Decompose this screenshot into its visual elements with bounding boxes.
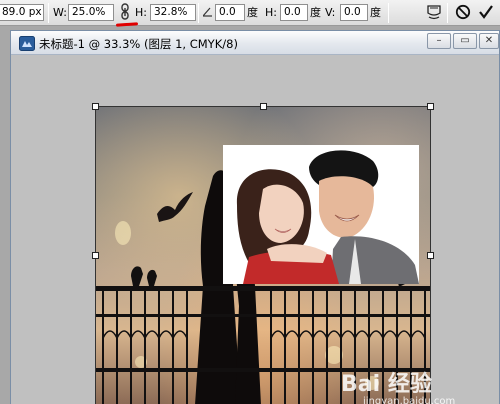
baidu-watermark: Bai 经验 jingyan.baidu.com <box>341 362 491 404</box>
document-title: 未标题-1 @ 33.3% (图层 1, CMYK/8) <box>39 37 238 51</box>
watermark-url: jingyan.baidu.com <box>363 396 456 404</box>
watermark-brand: Bai 经验 <box>341 372 432 397</box>
document-window: 未标题-1 @ 33.3% (图层 1, CMYK/8) – ▭ ✕ Bai 经… <box>10 30 500 404</box>
divider <box>48 3 49 23</box>
transform-handle-right[interactable] <box>427 252 434 259</box>
highlight-underline <box>115 22 139 27</box>
restore-button[interactable]: ▭ <box>453 33 477 49</box>
canvas-area[interactable]: Bai 经验 jingyan.baidu.com <box>11 56 499 404</box>
transform-handle-top-right[interactable] <box>427 103 434 110</box>
h-skew-unit: 度 <box>310 6 321 19</box>
width-field[interactable]: 25.0% <box>68 4 114 21</box>
divider <box>447 3 448 23</box>
angle-unit: 度 <box>247 6 258 19</box>
rotation-angle-field[interactable]: 0.0 <box>215 4 245 21</box>
v-skew-label: V: <box>325 6 336 19</box>
x-position-field[interactable]: 89.0 px <box>0 4 44 21</box>
warp-icon[interactable] <box>425 4 443 21</box>
transform-handle-top[interactable] <box>260 103 267 110</box>
divider <box>388 3 389 23</box>
transform-bounding-box[interactable] <box>92 103 434 404</box>
divider <box>198 3 199 23</box>
h-skew-label: H: <box>265 6 277 19</box>
photoshop-doc-icon <box>19 36 35 51</box>
transform-handle-top-left[interactable] <box>92 103 99 110</box>
commit-icon[interactable] <box>478 4 494 21</box>
height-field[interactable]: 32.8% <box>150 4 196 21</box>
document-title-bar[interactable]: 未标题-1 @ 33.3% (图层 1, CMYK/8) – ▭ ✕ <box>11 31 499 55</box>
angle-icon <box>202 6 213 23</box>
width-label: W: <box>53 6 67 19</box>
transform-handle-left[interactable] <box>92 252 99 259</box>
cancel-icon[interactable] <box>455 4 471 21</box>
minimize-button[interactable]: – <box>427 33 451 49</box>
height-label: H: <box>135 6 147 19</box>
h-skew-field[interactable]: 0.0 <box>280 4 308 21</box>
v-skew-field[interactable]: 0.0 <box>340 4 368 21</box>
link-icon[interactable] <box>120 3 130 20</box>
close-button[interactable]: ✕ <box>479 33 499 49</box>
transform-options-bar: 89.0 px W: 25.0% H: 32.8% 0.0 度 H: 0.0 度… <box>0 0 500 27</box>
v-skew-unit: 度 <box>370 6 381 19</box>
